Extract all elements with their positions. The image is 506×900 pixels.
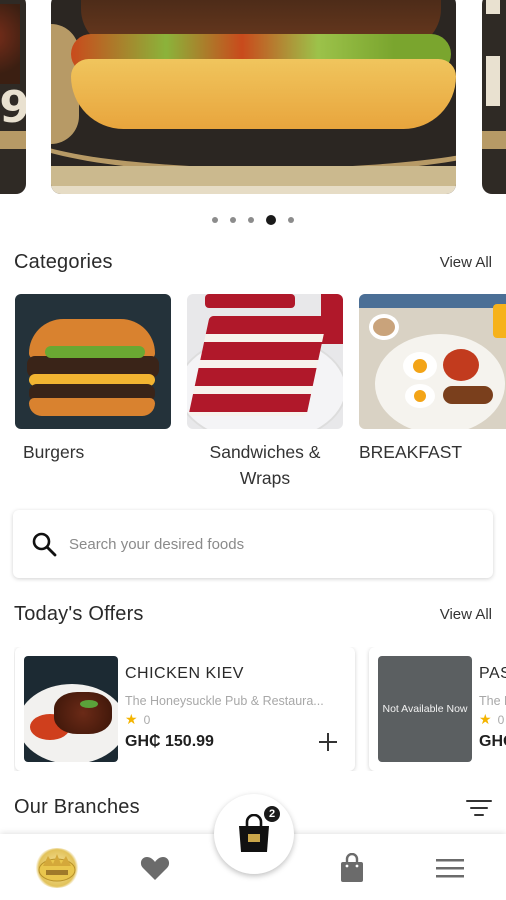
offer-rating: ★ 0 — [479, 711, 504, 728]
banner-slide-previous[interactable]: 9 — [0, 0, 26, 194]
categories-title: Categories — [14, 251, 113, 273]
categories-list: Burgers Sandwiches & Wraps BREAKFAST — [15, 294, 506, 491]
offer-restaurant: The H — [479, 694, 506, 708]
carousel-dot[interactable] — [248, 217, 254, 223]
offers-view-all-link[interactable]: View All — [440, 606, 492, 623]
banner-gold-band — [0, 131, 26, 149]
category-label: Sandwiches & Wraps — [209, 442, 321, 488]
search-bar[interactable] — [13, 510, 493, 578]
star-icon: ★ — [125, 711, 138, 727]
banner-gold-swoosh — [51, 84, 456, 174]
categories-header: Categories View All — [14, 251, 492, 274]
banner-text-block — [486, 56, 500, 106]
shopping-bag-icon: 2 — [234, 804, 282, 854]
category-image-breakfast — [359, 294, 506, 429]
add-to-cart-icon[interactable] — [317, 731, 339, 753]
category-card-burgers[interactable]: Burgers — [15, 294, 171, 491]
category-card-sandwiches[interactable]: Sandwiches & Wraps — [187, 294, 343, 491]
offers-header: Today's Offers View All — [14, 603, 492, 626]
category-label: BREAKFAST — [359, 442, 463, 462]
banner-carousel[interactable]: 9 — [0, 0, 506, 200]
orders-bag-icon[interactable] — [330, 850, 374, 886]
category-label: Burgers — [23, 442, 85, 462]
offer-restaurant: The Honeysuckle Pub & Restaura... — [125, 694, 324, 708]
home-logo-icon[interactable] — [34, 848, 80, 888]
branches-title: Our Branches — [14, 796, 140, 818]
offer-price: GH₵ 150.99 — [125, 733, 214, 750]
offer-rating-value: 0 — [143, 712, 151, 727]
cart-button[interactable]: 2 — [214, 794, 294, 874]
search-input[interactable] — [69, 535, 449, 553]
offer-name: PAS — [479, 665, 506, 682]
carousel-dot[interactable] — [212, 217, 218, 223]
banner-food-image — [0, 4, 20, 84]
banner-light-band — [51, 186, 456, 194]
categories-view-all-link[interactable]: View All — [440, 254, 492, 271]
offer-rating: ★ 0 — [125, 711, 150, 728]
offer-name: CHICKEN KIEV — [125, 665, 244, 682]
carousel-dot[interactable] — [288, 217, 294, 223]
offer-rating-value: 0 — [497, 712, 505, 727]
carousel-dot[interactable] — [230, 217, 236, 223]
offers-title: Today's Offers — [14, 603, 144, 625]
carousel-dot-active[interactable] — [266, 215, 276, 225]
cart-count-badge: 2 — [262, 804, 282, 824]
banner-slide-next[interactable] — [482, 0, 506, 194]
banner-slide-current[interactable] — [51, 0, 456, 194]
offer-image-unavailable: Not Available Now — [378, 656, 472, 762]
not-available-label: Not Available Now — [382, 702, 468, 715]
offer-price: GH₵ — [479, 733, 506, 750]
carousel-indicator — [0, 214, 506, 226]
offer-card[interactable]: CHICKEN KIEV The Honeysuckle Pub & Resta… — [15, 647, 355, 771]
banner-text-block — [486, 0, 500, 14]
offer-image — [24, 656, 118, 762]
category-card-breakfast[interactable]: BREAKFAST — [359, 294, 506, 491]
offers-list: CHICKEN KIEV The Honeysuckle Pub & Resta… — [14, 647, 506, 771]
banner-gold-band — [482, 131, 506, 149]
offer-card[interactable]: Not Available Now PAS The H ★ 0 GH₵ — [369, 647, 506, 771]
search-icon — [31, 531, 57, 557]
banner-gold-band — [51, 166, 456, 186]
favorites-heart-icon[interactable] — [133, 850, 177, 886]
category-image-burgers — [15, 294, 171, 429]
category-image-sandwiches — [187, 294, 343, 429]
menu-hamburger-icon[interactable] — [428, 850, 472, 886]
banner-slide-number: 9 — [0, 82, 26, 133]
filter-icon[interactable] — [466, 799, 492, 817]
star-icon: ★ — [479, 711, 492, 727]
